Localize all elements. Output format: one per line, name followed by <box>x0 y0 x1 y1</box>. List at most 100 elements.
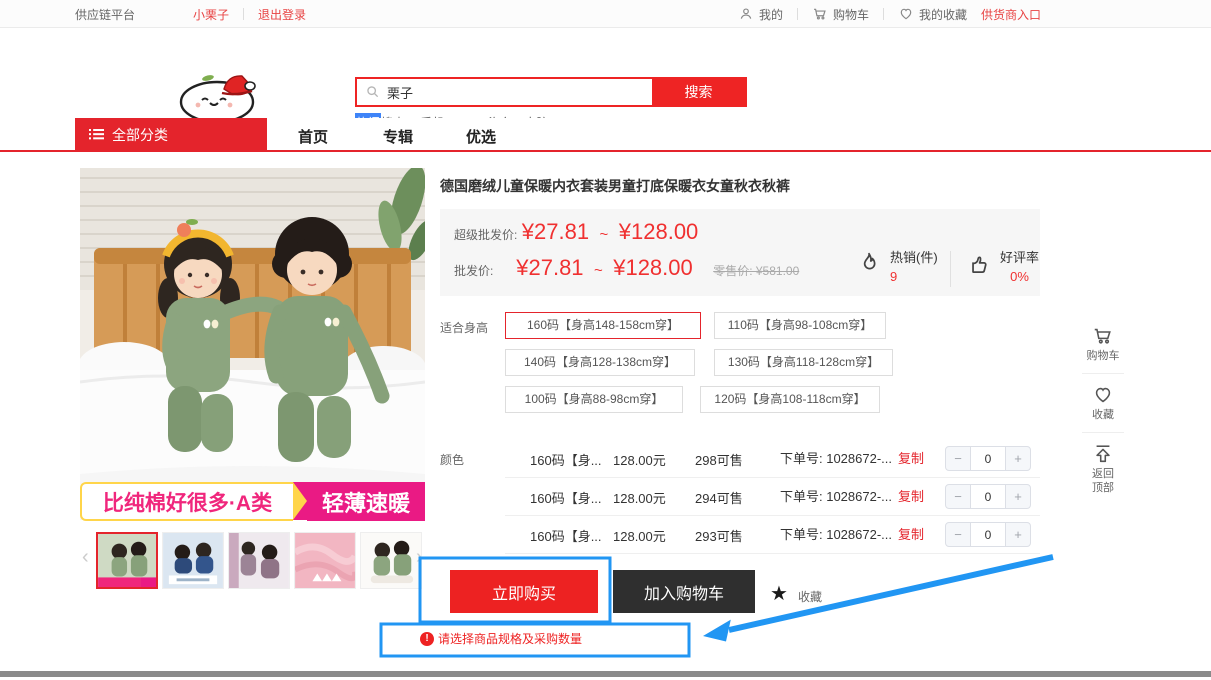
price-tilde-2: ~ <box>594 262 603 279</box>
favorite-label[interactable]: 收藏 <box>798 588 822 605</box>
warning-text: 请选择商品规格及采购数量 <box>438 630 582 647</box>
my-account-link[interactable]: 我的 <box>738 6 783 23</box>
minus-button[interactable]: − <box>946 523 970 546</box>
annotation-arrow-head <box>703 620 731 642</box>
page: 供应链平台 小栗子 退出登录 我的 购物车 <box>0 0 1211 680</box>
quantity-value[interactable]: 0 <box>970 523 1006 546</box>
bottom-scroll-bar[interactable] <box>0 671 1211 677</box>
retail-price: 零售价: ¥581.00 <box>713 264 799 278</box>
exclamation-icon: ! <box>420 632 434 646</box>
cart-link[interactable]: 购物车 <box>812 6 869 23</box>
search-box: 搜索 <box>355 77 747 107</box>
size-option-100[interactable]: 100码【身高88-98cm穿】 <box>505 386 683 413</box>
sku-order-no: 下单号: 1028672-...复制 <box>780 524 924 543</box>
star-icon[interactable]: ★ <box>770 581 788 606</box>
back-to-top-button[interactable]: 返回 顶部 <box>1080 443 1126 495</box>
add-to-cart-button[interactable]: 加入购物车 <box>613 570 755 613</box>
buy-now-button[interactable]: 立即购买 <box>450 570 598 613</box>
thumbnail-4[interactable] <box>294 532 356 589</box>
username-link[interactable]: 小栗子 <box>193 6 229 23</box>
sku-name: 160码【身... <box>530 526 602 545</box>
thumb-prev-icon[interactable]: ‹ <box>82 546 89 569</box>
product-title: 德国磨绒儿童保暖内衣套装男童打底保暖衣女童秋衣秋裤 <box>440 176 1040 196</box>
thumbnail-3[interactable] <box>228 532 290 589</box>
sku-stock: 294可售 <box>695 488 743 507</box>
banner-left-text: 比纯棉好很多·A类 <box>80 482 293 521</box>
search-icon <box>365 84 381 100</box>
price-low-2: ¥27.81 <box>516 255 583 280</box>
minus-button[interactable]: − <box>946 485 970 508</box>
all-categories-button[interactable]: 全部分类 <box>75 118 267 152</box>
size-section-label: 适合身高 <box>440 319 488 336</box>
supplier-entry-link[interactable]: 供货商入口 <box>981 6 1041 23</box>
plus-button[interactable]: + <box>1006 485 1030 508</box>
sku-name: 160码【身... <box>530 488 602 507</box>
divider <box>1082 373 1124 374</box>
sku-row-3: 160码【身... 128.00元 293可售 下单号: 1028672-...… <box>440 516 1040 554</box>
thumbnail-1[interactable] <box>96 532 158 589</box>
nav-home[interactable]: 首页 <box>298 126 328 147</box>
sku-stock: 293可售 <box>695 526 743 545</box>
thumbnail-strip: ‹ › <box>80 532 432 590</box>
topbar: 供应链平台 小栗子 退出登录 我的 购物车 <box>0 0 1211 28</box>
quantity-value[interactable]: 0 <box>970 447 1006 470</box>
price-low: ¥27.81 <box>522 219 589 244</box>
plus-button[interactable]: + <box>1006 447 1030 470</box>
copy-button[interactable]: 复制 <box>898 451 924 466</box>
site-logo[interactable] <box>162 67 277 125</box>
plus-button[interactable]: + <box>1006 523 1030 546</box>
validation-warning: ! 请选择商品规格及采购数量 <box>420 630 582 647</box>
row-divider <box>505 553 1040 554</box>
sidebar-favorite-button[interactable]: 收藏 <box>1080 384 1126 422</box>
size-option-110[interactable]: 110码【身高98-108cm穿】 <box>714 312 886 339</box>
price-tilde: ~ <box>600 226 609 243</box>
thumbs-up-icon <box>966 251 992 277</box>
header: 搜索 热门 搜索: 手机 123 汽车 电脑 <box>0 29 1211 118</box>
platform-label: 供应链平台 <box>75 6 135 23</box>
quantity-stepper: − 0 + <box>945 446 1031 471</box>
sku-price: 128.00元 <box>613 526 666 545</box>
back-to-top-icon <box>1092 443 1114 465</box>
copy-button[interactable]: 复制 <box>898 527 924 542</box>
thumb-next-icon[interactable]: › <box>416 546 423 569</box>
cart-icon <box>812 6 828 22</box>
size-option-130[interactable]: 130码【身高118-128cm穿】 <box>714 349 893 376</box>
price-high: ¥128.00 <box>619 219 699 244</box>
size-option-140[interactable]: 140码【身高128-138cm穿】 <box>505 349 695 376</box>
rating-label: 好评率 <box>1000 247 1039 266</box>
nav-featured[interactable]: 优选 <box>466 126 496 147</box>
thumbnail-5[interactable] <box>360 532 422 589</box>
person-icon <box>738 6 754 22</box>
wholesale-label: 批发价: <box>454 264 493 278</box>
size-option-120[interactable]: 120码【身高108-118cm穿】 <box>700 386 880 413</box>
search-input[interactable] <box>387 85 652 100</box>
logout-link[interactable]: 退出登录 <box>258 6 306 23</box>
divider <box>1082 432 1124 433</box>
size-option-160[interactable]: 160码【身高148-158cm穿】 <box>505 312 701 339</box>
minus-button[interactable]: − <box>946 447 970 470</box>
copy-button[interactable]: 复制 <box>898 489 924 504</box>
divider <box>797 8 798 20</box>
my-favorites-link[interactable]: 我的收藏 <box>898 6 967 23</box>
sku-price: 128.00元 <box>613 450 666 469</box>
category-list-icon <box>89 127 104 143</box>
stat-divider <box>950 251 951 287</box>
navbar: 全部分类 首页 专辑 优选 <box>0 118 1211 152</box>
product-main-image[interactable] <box>80 168 425 520</box>
sku-row-2: 160码【身... 128.00元 294可售 下单号: 1028672-...… <box>440 478 1040 516</box>
hot-sales-value: 9 <box>890 269 938 284</box>
sidebar-cart-button[interactable]: 购物车 <box>1080 325 1126 363</box>
cart-icon <box>1092 325 1114 347</box>
hot-sales-label: 热销(件) <box>890 247 938 266</box>
nav-albums[interactable]: 专辑 <box>383 126 413 147</box>
sku-name: 160码【身... <box>530 450 602 469</box>
float-sidebar: 购物车 收藏 返回 顶部 <box>1080 325 1126 495</box>
quantity-stepper: − 0 + <box>945 484 1031 509</box>
quantity-value[interactable]: 0 <box>970 485 1006 508</box>
thumbnail-2[interactable] <box>162 532 224 589</box>
rating-value: 0% <box>1000 269 1039 284</box>
divider <box>243 8 244 20</box>
search-button[interactable]: 搜索 <box>652 79 745 105</box>
divider <box>883 8 884 20</box>
sku-order-no: 下单号: 1028672-...复制 <box>780 448 924 467</box>
